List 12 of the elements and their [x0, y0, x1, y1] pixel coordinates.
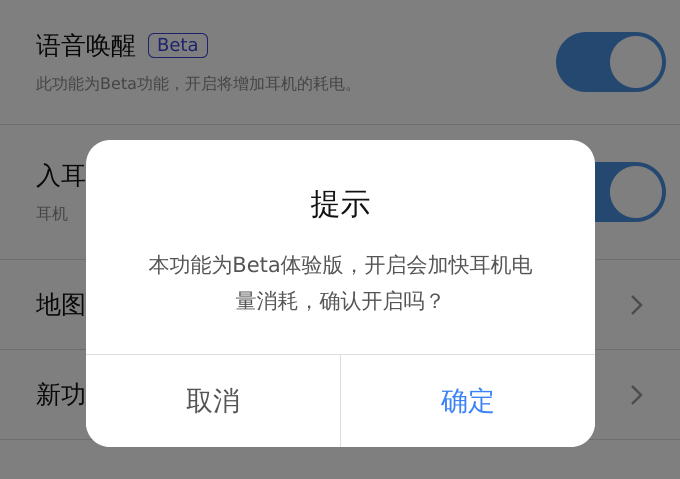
setting-title: 语音唤醒 [36, 30, 136, 62]
beta-badge: Beta [148, 33, 208, 58]
setting-title: 入耳 [36, 160, 86, 192]
confirm-button[interactable]: 确定 [340, 355, 595, 447]
dialog-title: 提示 [310, 186, 370, 224]
chevron-right-icon [630, 294, 644, 316]
setting-title: 地图 [36, 289, 86, 321]
setting-title: 新功 [36, 379, 86, 411]
setting-description: 耳机 [36, 204, 68, 225]
dialog-message: 本功能为Beta体验版，开启会加快耳机电量消耗，确认开启吗？ [147, 252, 534, 315]
setting-description: 此功能为Beta功能，开启将增加耳机的耗电。 [36, 74, 361, 95]
chevron-right-icon [630, 384, 644, 406]
